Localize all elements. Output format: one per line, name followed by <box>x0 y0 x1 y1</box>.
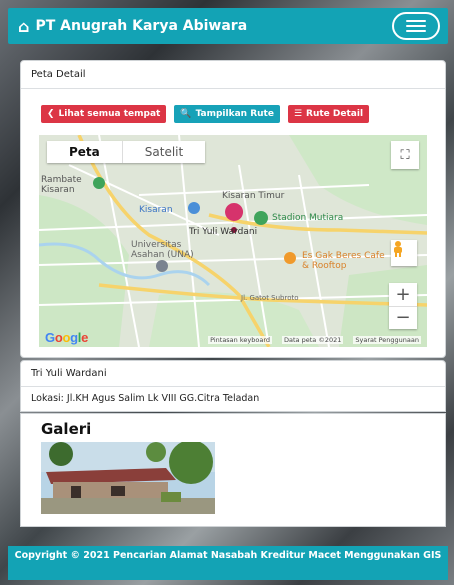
menu-toggle-button[interactable] <box>392 12 440 40</box>
hamburger-icon-bar <box>406 20 426 22</box>
map-label-stadion: Stadion Mutiara <box>272 213 344 223</box>
map-view[interactable]: Peta Satelit ⛶ + − Rambate Kisaran Kisar… <box>39 135 427 347</box>
zoom-in-button[interactable]: + <box>389 283 417 307</box>
navbar: ⌂ PT Anugrah Karya Abiwara <box>8 8 448 44</box>
brand-link[interactable]: ⌂ PT Anugrah Karya Abiwara <box>18 17 247 36</box>
keyboard-shortcuts-link[interactable]: Pintasan keyboard <box>208 336 273 344</box>
map-label-road: Jl. Gatot Subroto <box>241 294 299 302</box>
action-buttons: ❮ Lihat semua tempat 🔍 Tampilkan Rute ☰ … <box>41 105 370 123</box>
map-label-universitas: Universitas Asahan (UNA) <box>131 240 194 260</box>
detail-card: Tri Yuli Wardani Lokasi: Jl.KH Agus Sali… <box>20 360 446 412</box>
map-type-toggle: Peta Satelit <box>47 141 206 163</box>
location-text: Lokasi: Jl.KH Agus Salim Lk VIII GG.Citr… <box>31 393 260 404</box>
map-attribution: Pintasan keyboard Data peta ©2021 Syarat… <box>39 333 427 347</box>
tab-satellite[interactable]: Satelit <box>121 141 205 163</box>
map-card: Peta Detail ❮ Lihat semua tempat 🔍 Tampi… <box>20 60 446 358</box>
zoom-out-button[interactable]: − <box>389 307 417 330</box>
gallery-section: Galeri <box>20 413 446 527</box>
page-footer: Copyright © 2021 Pencarian Alamat Nasaba… <box>8 546 448 580</box>
fullscreen-icon: ⛶ <box>400 147 410 163</box>
map-label-marker: Tri Yuli Wardani <box>189 227 258 237</box>
map-canvas <box>39 135 427 347</box>
fullscreen-button[interactable]: ⛶ <box>391 141 419 169</box>
map-data-text: Data peta ©2021 <box>282 336 344 344</box>
map-label-kisaran-timur: Kisaran Timur <box>222 191 285 201</box>
map-label-es-gak-beres: Es Gak Beres Cafe & Rooftop <box>302 251 385 271</box>
chevron-left-icon: ❮ <box>47 109 55 119</box>
brand-title: PT Anugrah Karya Abiwara <box>35 18 248 34</box>
zoom-control: + − <box>389 283 417 329</box>
route-detail-button[interactable]: ☰ Rute Detail <box>287 105 370 123</box>
home-icon: ⌂ <box>18 16 30 36</box>
gallery-photo[interactable] <box>41 442 215 514</box>
hamburger-icon-bar <box>406 25 426 27</box>
map-label-rambate: Rambate Kisaran <box>41 175 82 195</box>
tab-map[interactable]: Peta <box>47 141 122 163</box>
hamburger-icon-bar <box>406 30 426 32</box>
map-label-kisaran: Kisaran <box>139 205 173 215</box>
all-places-button[interactable]: ❮ Lihat semua tempat <box>41 105 167 123</box>
pegman-icon <box>394 241 402 257</box>
gallery-title: Galeri <box>41 420 92 438</box>
street-view-button[interactable] <box>391 240 417 266</box>
list-icon: ☰ <box>293 109 303 119</box>
show-route-button[interactable]: 🔍 Tampilkan Rute <box>174 105 280 123</box>
detail-card-header: Tri Yuli Wardani <box>21 361 445 387</box>
map-card-header: Peta Detail <box>21 61 445 89</box>
search-icon: 🔍 <box>180 109 192 119</box>
terms-link[interactable]: Syarat Penggunaan <box>353 336 421 344</box>
